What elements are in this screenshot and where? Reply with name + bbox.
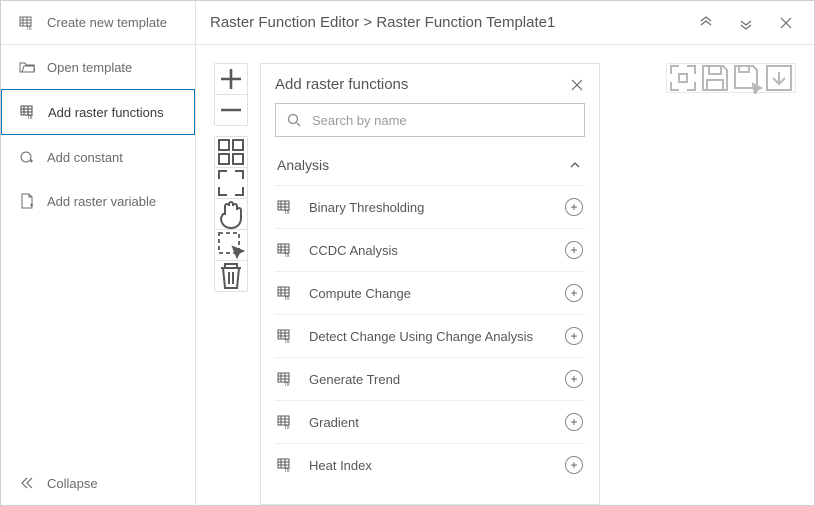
add-function-button[interactable]: + (565, 370, 583, 388)
add-function-button[interactable]: + (565, 198, 583, 216)
sidebar: Open template fx Add raster functions (1, 45, 196, 505)
capture-button[interactable] (667, 64, 699, 92)
collapse-up-icon[interactable] (698, 15, 714, 31)
sidebar-item-add-raster-variable[interactable]: Add raster variable (1, 179, 195, 223)
sidebar-item-label: Add raster functions (48, 105, 164, 120)
function-label: Detect Change Using Change Analysis (309, 329, 549, 344)
chevron-up-icon (567, 157, 583, 173)
header: fx Create new template Raster Function E… (1, 1, 814, 45)
export-button[interactable] (763, 64, 795, 92)
nav-box (214, 136, 248, 292)
close-icon[interactable] (778, 15, 794, 31)
function-item[interactable]: fx Heat Index + (275, 443, 585, 486)
svg-text:fx: fx (285, 382, 290, 387)
svg-text:fx: fx (285, 210, 290, 215)
grid-fx-icon: fx (277, 242, 293, 258)
sidebar-collapse-button[interactable]: Collapse (1, 461, 195, 505)
body: Open template fx Add raster functions (1, 45, 814, 505)
function-item[interactable]: fx CCDC Analysis + (275, 228, 585, 271)
sidebar-list: Open template fx Add raster functions (1, 45, 195, 461)
panel-body: Analysis fx Binary Thresholding + fx (261, 103, 599, 504)
zoom-box (214, 63, 248, 126)
function-label: Binary Thresholding (309, 200, 549, 215)
function-list: fx Binary Thresholding + fx CCDC Analysi… (275, 185, 585, 486)
search-icon (286, 112, 302, 128)
save-as-button[interactable] (731, 64, 763, 92)
category-analysis[interactable]: Analysis (275, 157, 585, 185)
sidebar-item-label: Open template (47, 60, 132, 75)
svg-text:fx: fx (285, 253, 290, 258)
sidebar-item-add-constant[interactable]: Add constant (1, 135, 195, 179)
grid-fx-icon: fx (277, 371, 293, 387)
grid-fx-icon: fx (20, 104, 36, 120)
svg-text:fx: fx (285, 468, 290, 473)
panel-close-button[interactable] (569, 77, 585, 93)
grid-fx-icon: fx (277, 414, 293, 430)
search-input[interactable] (312, 113, 574, 128)
document-plus-icon (19, 193, 35, 209)
sidebar-item-label: Add raster variable (47, 194, 156, 209)
breadcrumb: Raster Function Editor > Raster Function… (196, 14, 698, 31)
expand-down-icon[interactable] (738, 15, 754, 31)
pan-button[interactable] (215, 199, 247, 229)
panel-header: Add raster functions (261, 64, 599, 103)
function-label: Compute Change (309, 286, 549, 301)
create-template-label: Create new template (47, 15, 167, 30)
delete-button[interactable] (215, 261, 247, 291)
main: Add raster functions Analysis (196, 45, 814, 505)
function-label: CCDC Analysis (309, 243, 549, 258)
grid-fx-icon: fx (277, 285, 293, 301)
function-item[interactable]: fx Gradient + (275, 400, 585, 443)
add-function-button[interactable]: + (565, 456, 583, 474)
toolstrip (214, 63, 248, 505)
grid-fx-icon: fx (277, 199, 293, 215)
function-label: Generate Trend (309, 372, 549, 387)
function-item[interactable]: fx Compute Change + (275, 271, 585, 314)
svg-text:fx: fx (285, 296, 290, 301)
zoom-in-button[interactable] (215, 64, 247, 94)
grid-fx-icon: fx (277, 457, 293, 473)
collapse-label: Collapse (47, 476, 98, 491)
function-item[interactable]: fx Generate Trend + (275, 357, 585, 400)
search-wrap (275, 103, 585, 137)
header-actions (698, 15, 814, 31)
create-template-button[interactable]: fx Create new template (1, 1, 196, 44)
grid-fx-icon: fx (277, 328, 293, 344)
sidebar-item-open-template[interactable]: Open template (1, 45, 195, 89)
select-button[interactable] (215, 230, 247, 260)
doc-actions (666, 63, 796, 93)
sidebar-item-add-raster-functions[interactable]: fx Add raster functions (1, 89, 195, 135)
zoom-out-button[interactable] (215, 95, 247, 125)
svg-text:fx: fx (27, 26, 32, 31)
sidebar-item-label: Add constant (47, 150, 123, 165)
grid-view-button[interactable] (215, 137, 247, 167)
svg-text:fx: fx (28, 115, 33, 120)
function-item[interactable]: fx Detect Change Using Change Analysis + (275, 314, 585, 357)
function-label: Gradient (309, 415, 549, 430)
template-fx-icon: fx (19, 15, 35, 31)
function-label: Heat Index (309, 458, 549, 473)
add-function-button[interactable]: + (565, 327, 583, 345)
panel-title: Add raster functions (275, 76, 408, 93)
function-item[interactable]: fx Binary Thresholding + (275, 185, 585, 228)
add-function-button[interactable]: + (565, 413, 583, 431)
category-label: Analysis (277, 157, 329, 173)
add-functions-panel: Add raster functions Analysis (260, 63, 600, 505)
save-button[interactable] (699, 64, 731, 92)
svg-text:fx: fx (285, 425, 290, 430)
constant-icon (19, 149, 35, 165)
fit-extent-button[interactable] (215, 168, 247, 198)
add-function-button[interactable]: + (565, 284, 583, 302)
folder-open-icon (19, 59, 35, 75)
svg-text:fx: fx (285, 339, 290, 344)
app-window: fx Create new template Raster Function E… (0, 0, 815, 506)
add-function-button[interactable]: + (565, 241, 583, 259)
chevron-double-left-icon (19, 475, 35, 491)
